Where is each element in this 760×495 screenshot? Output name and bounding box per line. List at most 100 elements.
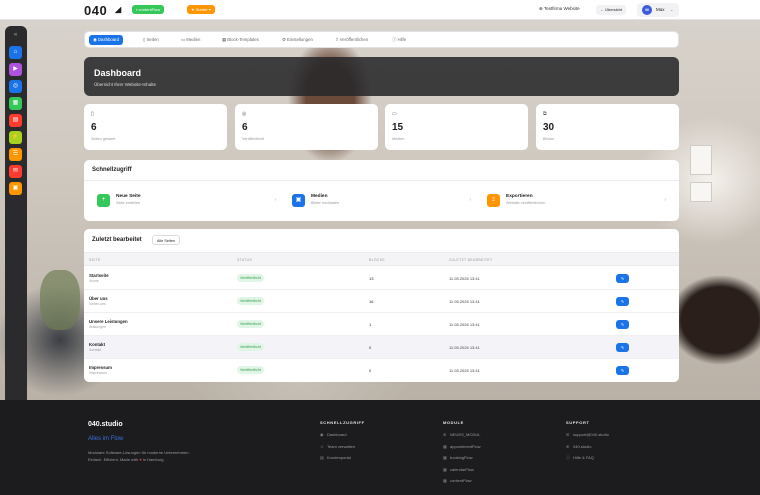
quick-new-page[interactable]: + Neue Seite Seite erstellen › (92, 189, 280, 211)
overview-button[interactable]: ← Übersicht (596, 5, 627, 15)
module-icon: ▦ (443, 466, 447, 472)
footer-link[interactable]: ▦ contentFlow (443, 478, 480, 490)
dock-cart-icon[interactable]: ▣ (9, 182, 22, 195)
table-row[interactable]: Startseite /home Veröffentlicht 13 11.05… (84, 267, 679, 290)
table-row[interactable]: Unsere Leistungen /leistungen Veröffentl… (84, 313, 679, 336)
user-menu[interactable]: M Max ⌄ (637, 3, 679, 17)
footer-col-quick: SCHNELLZUGRIFF ◉ Dashboard ☺ Team verwalte… (320, 420, 365, 467)
site-link[interactable]: ⊕ Testfirma Website (539, 6, 580, 12)
all-pages-button[interactable]: Alle Seiten (152, 235, 181, 245)
tab-veroeffentlichen[interactable]: ⇪ Veröffentlichen (331, 35, 372, 45)
footer-link[interactable]: ✉ support@040.studio (566, 432, 609, 444)
collapse-icon[interactable]: « (9, 29, 22, 42)
dock-flash-icon[interactable]: ⚡ (9, 131, 22, 144)
tab-dashboard[interactable]: ◉ Dashboard (89, 35, 123, 45)
footer-link-label: 040.studio (573, 443, 592, 449)
dock-list-icon[interactable]: ☰ (9, 148, 22, 161)
stat-card-published[interactable]: ◎ 6 Veröffentlicht (235, 104, 378, 150)
row-name[interactable]: Kontakt (89, 342, 105, 347)
table-row[interactable]: Impressum /impressum Veröffentlicht 0 11… (84, 359, 679, 382)
table-row[interactable]: Kontakt /kontakt Veröffentlicht 0 11.05.… (84, 336, 679, 359)
user-name: Max (656, 7, 665, 12)
table-row[interactable]: Über uns /ueber-uns Veröffentlicht 16 11… (84, 290, 679, 313)
footer-link-label: appointmentFlow (450, 443, 481, 449)
chevron-down-icon: ⌄ (670, 7, 674, 12)
quick-access-title: Schnellzugriff (92, 167, 132, 173)
tab-block-templates[interactable]: ▦ Block-Templates (218, 35, 263, 45)
dock-calendar-icon[interactable]: ▦ (9, 97, 22, 110)
stat-label: Veröffentlicht (242, 137, 264, 141)
footer-link-label: support@040.studio (573, 432, 609, 437)
app-pill[interactable]: ▪ contentFlow (132, 5, 165, 14)
row-slug: /impressum (89, 371, 108, 375)
globe-icon: ⊕ (566, 443, 570, 449)
dock-mail-icon[interactable]: ✉ (9, 165, 22, 178)
footer-link[interactable]: ▦ calendarFlow (443, 467, 480, 479)
row-name[interactable]: Unsere Leistungen (89, 319, 128, 324)
edit-button[interactable]: ✎ (616, 320, 629, 329)
row-date: 11.05.2026 13:41 (449, 368, 480, 373)
dock-home-icon[interactable]: ⌂ (9, 46, 22, 59)
footer-desc-text: in Hamburg. (142, 457, 165, 462)
module-icon: ▦ (443, 443, 447, 449)
footer-link[interactable]: ◉ Dashboard (320, 432, 365, 444)
stat-value: 6 (91, 122, 97, 133)
footer-link[interactable]: ▦ bookingFlow (443, 455, 480, 467)
footer-link-label: NEUES_MODUL (450, 432, 481, 437)
stat-label: Blöcke (543, 137, 555, 141)
stat-label: Medien (392, 137, 405, 141)
edit-button[interactable]: ✎ (616, 274, 629, 283)
dock-booking-icon[interactable]: ▤ (9, 114, 22, 127)
row-blocks: 16 (369, 299, 374, 304)
row-name[interactable]: Über uns (89, 296, 108, 301)
column-header: BLÖCKE (369, 258, 385, 262)
tab-einstellungen[interactable]: ⚙ Einstellungen (278, 35, 317, 45)
edit-icon: ✎ (620, 276, 625, 281)
tab-hilfe[interactable]: ⓘ Hilfe (388, 35, 410, 45)
quick-item-title: Exportieren (506, 194, 533, 199)
plan-pill[interactable]: ★ Starter ▾ (187, 5, 215, 14)
dock-globe-icon[interactable]: ◎ (9, 80, 22, 93)
recent-panel: Zuletzt bearbeitet Alle Seiten SEITE STA… (84, 229, 679, 382)
background-frame (690, 145, 712, 175)
quick-item-title: Medien (311, 194, 328, 199)
page-subtitle: Übersicht Ihrer Website-Inhalte (94, 82, 156, 87)
footer-link[interactable]: ▦ appointmentFlow (443, 444, 480, 456)
edit-button[interactable]: ✎ (616, 366, 629, 375)
edit-icon: ✎ (620, 322, 625, 327)
edit-button[interactable]: ✎ (616, 343, 629, 352)
logo[interactable]: 040 (84, 3, 107, 18)
quick-media[interactable]: ▣ Medien Bilder hochladen › (287, 189, 475, 211)
footer-link[interactable]: ☺ Team verwalten (320, 444, 365, 456)
edit-icon: ✎ (620, 299, 625, 304)
tab-label: Veröffentlichen (339, 37, 369, 42)
dock-video-icon[interactable]: ▶ (9, 63, 22, 76)
footer-link-label: calendarFlow (450, 466, 474, 472)
chevron-right-icon: › (664, 197, 666, 203)
footer-link[interactable]: ⊕ NEUES_MODUL (443, 432, 480, 444)
module-icon: ▦ (443, 455, 447, 460)
stat-card-media[interactable]: ▭ 15 Medien (385, 104, 528, 150)
row-name[interactable]: Startseite (89, 273, 109, 278)
status-badge: Veröffentlicht (237, 320, 264, 328)
quick-item-sub: Bilder hochladen (311, 201, 340, 205)
tab-label: Dashboard (97, 37, 119, 42)
stat-card-blocks[interactable]: ⧉ 30 Blöcke (536, 104, 679, 150)
help-icon: ⓘ (566, 455, 570, 460)
footer-brand[interactable]: 040.studio (88, 421, 123, 428)
row-name[interactable]: Impressum (89, 365, 112, 370)
tab-seiten[interactable]: ▯ Seiten (139, 35, 163, 45)
footer-tagline: Alles im Flow (88, 436, 124, 442)
footer-description: Modulare Software-Lösungen für moderne U… (88, 450, 190, 455)
footer-link[interactable]: ▤ Kundenportal (320, 455, 365, 467)
footer-link[interactable]: ⊕ 040.studio (566, 444, 609, 456)
stat-value: 15 (392, 122, 404, 133)
stat-card-pages[interactable]: ▯ 6 Seiten gesamt (84, 104, 227, 150)
check-circle-icon: ◎ (242, 111, 247, 117)
quick-export[interactable]: ⇪ Exportieren Website veröffentlichen › (482, 189, 670, 211)
edit-button[interactable]: ✎ (616, 297, 629, 306)
footer-link[interactable]: ⓘ Hilfe & FAQ (566, 455, 609, 467)
export-icon: ⇪ (487, 194, 500, 207)
tab-medien[interactable]: ▭ Medien (177, 35, 204, 45)
footer-col-support: SUPPORT ✉ support@040.studio ⊕ 040.studio … (566, 420, 609, 467)
